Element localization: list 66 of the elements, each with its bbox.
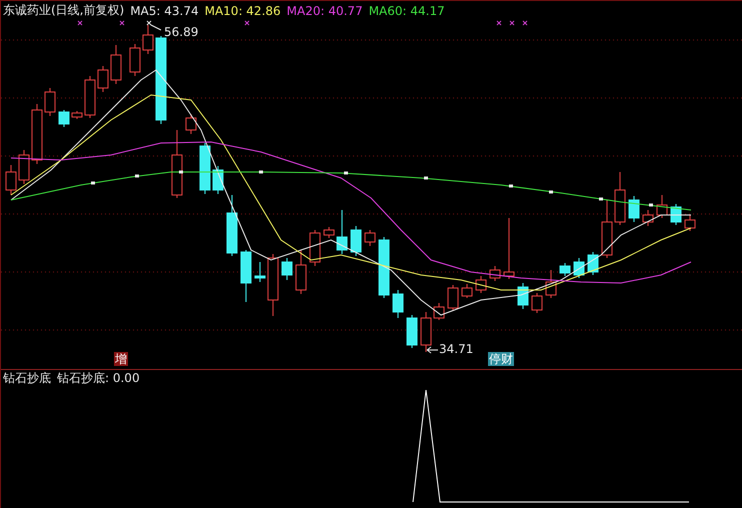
event-tag: 停财 <box>488 352 514 366</box>
candlestick <box>532 292 542 314</box>
candlestick <box>476 276 486 294</box>
ma-reading: MA5: 43.74 <box>130 4 199 18</box>
price-label: 34.71 <box>439 342 474 356</box>
candlestick <box>364 230 376 246</box>
candlestick <box>200 142 210 194</box>
candlestick <box>110 44 122 84</box>
candlestick <box>420 312 432 352</box>
candlestick <box>656 194 668 218</box>
candlestick <box>212 166 224 194</box>
candlestick <box>546 270 556 298</box>
price-label: 56.89 <box>164 25 198 39</box>
candlestick <box>378 236 390 298</box>
candlestick <box>350 226 362 256</box>
indicator-title: 钻石抄底 <box>3 370 51 387</box>
cross-mark-icon <box>522 20 528 26</box>
cross-mark-icon <box>496 20 502 26</box>
candlestick <box>614 172 626 226</box>
candlestick <box>6 164 16 196</box>
stock-title: 东诚药业(日线,前复权) <box>3 2 124 19</box>
candlestick <box>602 200 612 258</box>
ma-reading: MA60: 44.17 <box>368 4 445 18</box>
candlestick <box>434 302 444 320</box>
candlestick <box>574 258 584 278</box>
candlestick <box>130 44 140 76</box>
ma-reading: MA20: 40.77 <box>286 4 363 18</box>
candlestick <box>98 66 108 92</box>
candlestick <box>336 210 348 254</box>
candlestick <box>172 130 182 198</box>
candlestick <box>490 266 500 282</box>
candlestick <box>392 290 404 318</box>
candlestick <box>310 230 320 266</box>
event-tag: 增 <box>114 352 128 366</box>
candlestick <box>32 104 42 164</box>
cross-mark-icon <box>244 20 250 26</box>
candlestick <box>186 114 196 134</box>
candlestick <box>142 24 154 54</box>
candlestick <box>72 110 82 120</box>
cross-mark-icon <box>78 20 82 26</box>
candlestick <box>84 76 96 118</box>
candlestick <box>642 210 654 226</box>
candlestick <box>462 284 472 298</box>
candlestick <box>518 282 528 310</box>
candlestick <box>324 226 334 238</box>
arrow-icon <box>426 346 438 354</box>
candlestick <box>684 214 696 232</box>
candlestick <box>254 262 266 282</box>
candlestick <box>628 196 640 222</box>
candlestick <box>226 194 238 256</box>
indicator-reading: 钻石抄底: 0.00 <box>57 370 140 387</box>
cross-mark-icon <box>120 20 124 26</box>
candlestick <box>268 254 278 316</box>
candlestick <box>58 110 70 128</box>
candlestick <box>448 284 458 312</box>
candlestick <box>406 314 418 348</box>
candlestick <box>44 88 56 116</box>
candlestick <box>282 258 292 280</box>
arrow-icon <box>146 20 162 30</box>
candlestick <box>240 250 252 302</box>
candlestick <box>296 250 306 294</box>
candlestick <box>504 218 514 280</box>
candlestick <box>560 262 570 276</box>
candlestick <box>18 150 30 184</box>
cross-mark-icon <box>510 20 514 26</box>
ma-reading: MA10: 42.86 <box>204 4 281 18</box>
